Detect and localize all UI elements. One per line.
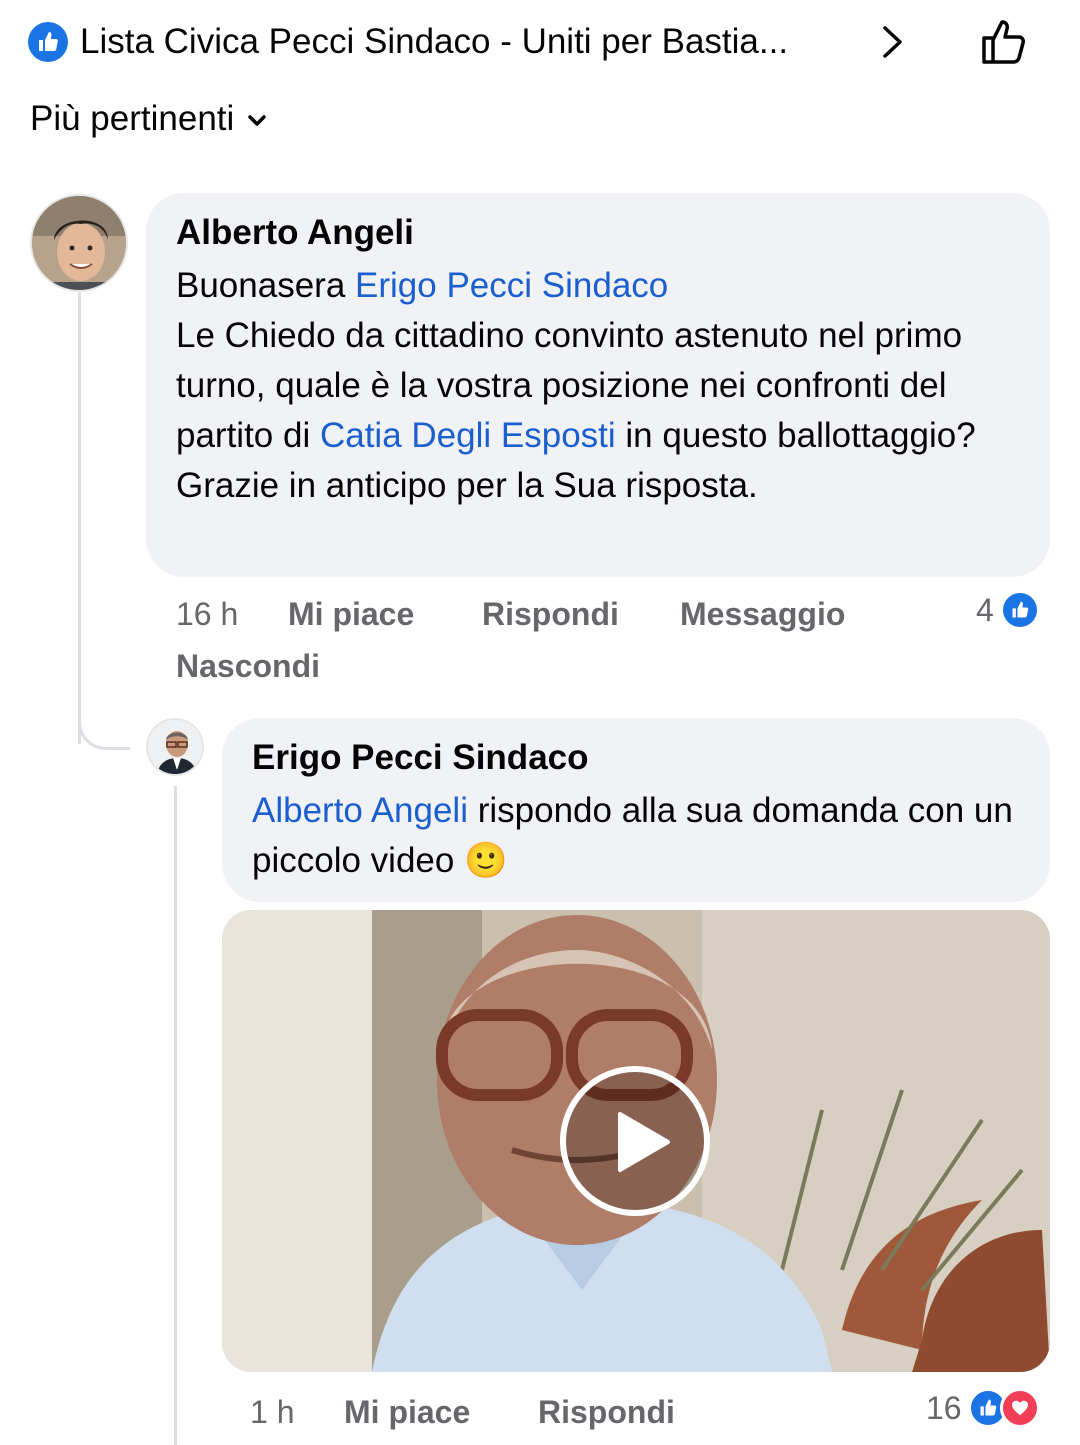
reaction-summary[interactable]: 16 bbox=[926, 1388, 1040, 1428]
reaction-summary[interactable]: 4 bbox=[976, 590, 1040, 630]
thread-line bbox=[78, 292, 81, 744]
message-button[interactable]: Messaggio bbox=[680, 594, 845, 634]
reply-button[interactable]: Rispondi bbox=[482, 594, 619, 634]
thread-connector bbox=[78, 700, 130, 750]
comment-text: Buonasera Erigo Pecci Sindaco Le Chiedo d… bbox=[176, 266, 976, 505]
comment-bubble: Alberto Angeli Buonasera Erigo Pecci Sin… bbox=[146, 193, 1050, 577]
comment-time[interactable]: 16 h bbox=[176, 596, 238, 632]
reply-bubble: Erigo Pecci Sindaco Alberto Angeli rispo… bbox=[222, 718, 1050, 902]
sort-label: Più pertinenti bbox=[30, 99, 235, 138]
reply-button[interactable]: Rispondi bbox=[538, 1392, 675, 1432]
reaction-count: 4 bbox=[976, 592, 994, 628]
comment-actions-more: Nascondi bbox=[176, 646, 476, 686]
mention-link[interactable]: Alberto Angeli bbox=[252, 791, 468, 830]
like-button[interactable]: Mi piace bbox=[288, 594, 414, 634]
chevron-down-icon bbox=[248, 115, 267, 126]
mention-link[interactable]: Erigo Pecci Sindaco bbox=[355, 266, 668, 305]
comment-text: Alberto Angeli rispondo alla sua domanda… bbox=[252, 791, 1013, 880]
comment-actions: 16 h Mi piace Rispondi Messaggio bbox=[176, 594, 876, 634]
page-title[interactable]: Lista Civica Pecci Sindaco - Uniti per B… bbox=[80, 20, 788, 64]
reaction-count: 16 bbox=[926, 1390, 962, 1426]
hide-button[interactable]: Nascondi bbox=[176, 646, 320, 686]
comment-author[interactable]: Erigo Pecci Sindaco bbox=[252, 736, 1020, 780]
mention-link[interactable]: Catia Degli Esposti bbox=[320, 416, 616, 455]
like-reaction-icon bbox=[999, 590, 1040, 630]
smile-emoji-icon: 🙂 bbox=[464, 841, 508, 880]
like-button[interactable]: Mi piace bbox=[344, 1392, 470, 1432]
thumbs-up-outline-icon[interactable] bbox=[978, 16, 1030, 68]
avatar[interactable] bbox=[30, 194, 128, 292]
chevron-right-icon[interactable] bbox=[878, 22, 908, 62]
comment-author[interactable]: Alberto Angeli bbox=[176, 211, 1020, 255]
avatar[interactable] bbox=[146, 718, 204, 776]
play-icon[interactable] bbox=[560, 1066, 710, 1216]
reply-actions: 1 h Mi piace Rispondi bbox=[250, 1392, 750, 1432]
like-badge-icon bbox=[28, 22, 68, 62]
sort-dropdown[interactable]: Più pertinenti bbox=[30, 97, 267, 141]
love-reaction-icon bbox=[999, 1388, 1040, 1428]
thread-line-reply bbox=[174, 786, 177, 1445]
comment-time[interactable]: 1 h bbox=[250, 1394, 294, 1430]
header: Lista Civica Pecci Sindaco - Uniti per B… bbox=[0, 0, 1080, 85]
